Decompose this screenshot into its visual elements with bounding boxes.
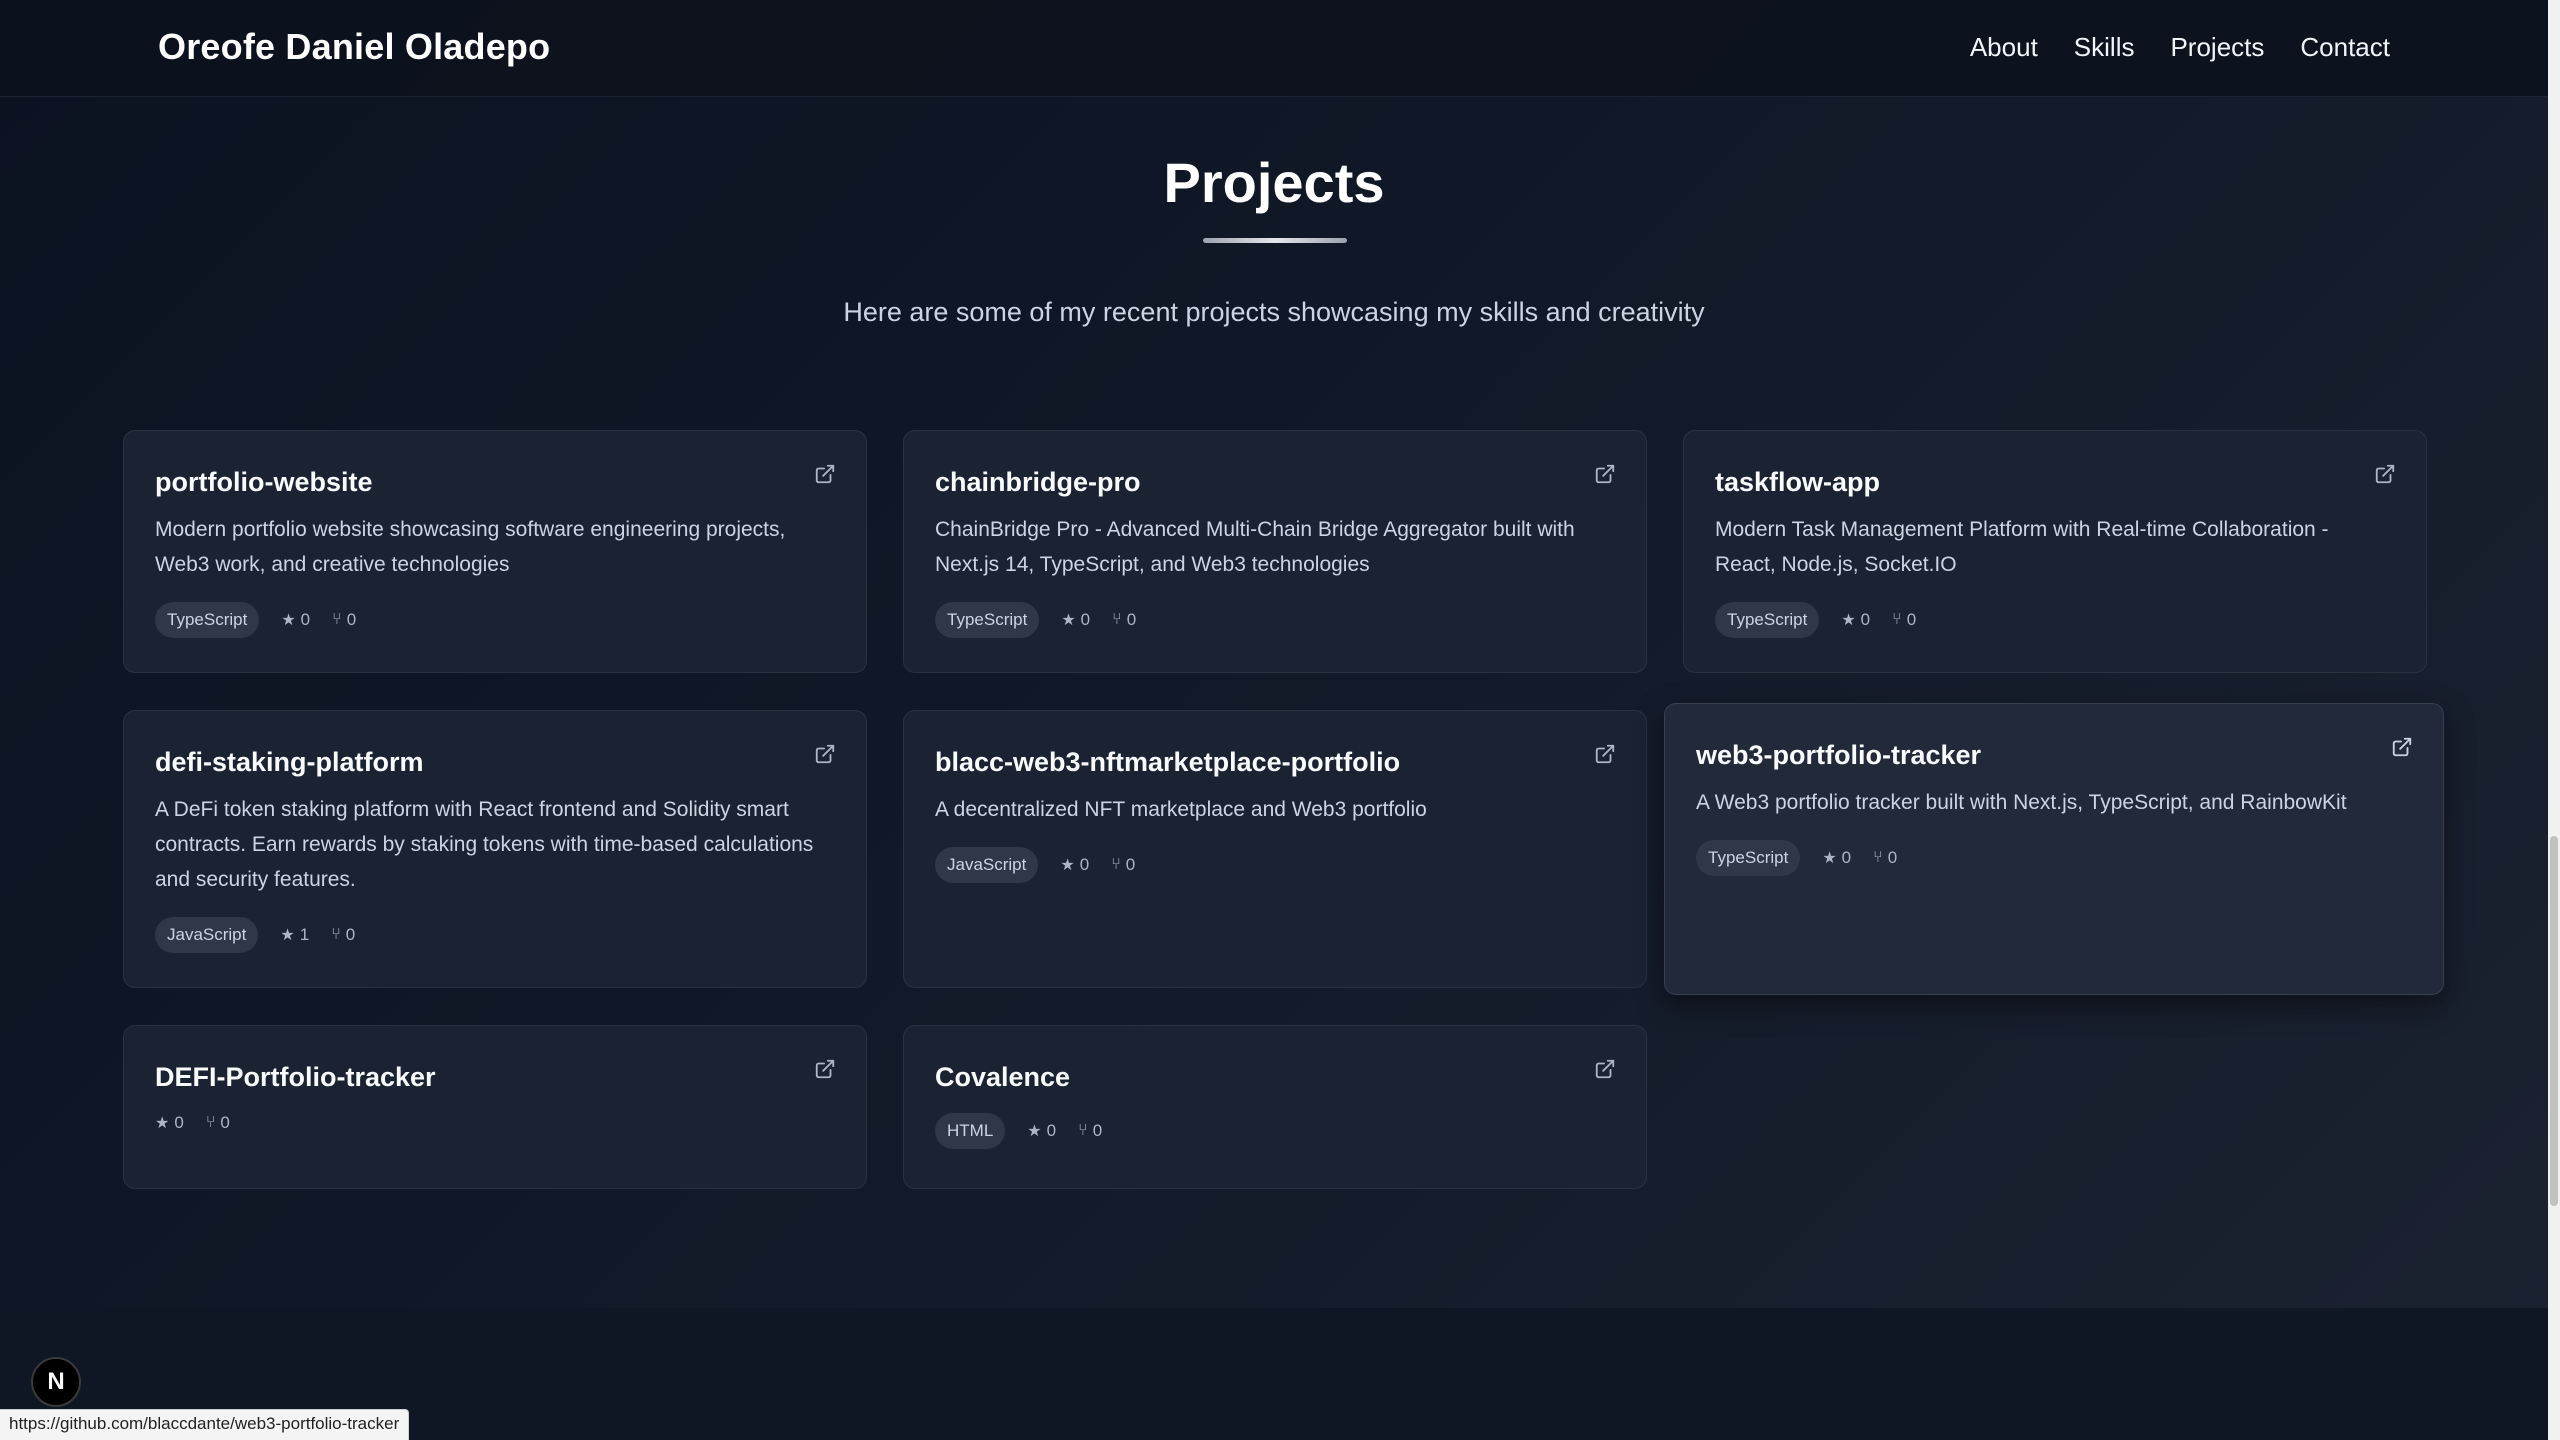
project-title[interactable]: defi-staking-platform [155, 747, 835, 778]
title-underline [1203, 238, 1347, 243]
project-meta: JavaScript ★ 0 ⑂ 0 [935, 847, 1615, 883]
external-link-icon[interactable] [2391, 736, 2413, 758]
fork-icon: ⑂ [1111, 856, 1121, 873]
forks-count: ⑂ 0 [332, 610, 357, 629]
language-badge: TypeScript [1696, 840, 1801, 876]
fork-icon: ⑂ [1078, 1122, 1088, 1139]
language-badge: JavaScript [155, 917, 259, 953]
nav-projects[interactable]: Projects [2170, 32, 2264, 63]
stars-count: ★ 0 [1822, 848, 1852, 867]
section-title: Projects [1163, 151, 1385, 214]
navbar: Oreofe Daniel Oladepo About Skills Proje… [0, 0, 2548, 97]
project-meta: TypeScript ★ 0 ⑂ 0 [935, 602, 1615, 638]
project-description: ChainBridge Pro - Advanced Multi-Chain B… [935, 518, 1575, 576]
project-meta: TypeScript ★ 0 ⑂ 0 [1715, 602, 2395, 638]
forks-count: ⑂ 0 [1892, 610, 1917, 629]
external-link-icon[interactable] [814, 743, 836, 765]
forks-count: ⑂ 0 [331, 925, 356, 944]
nav-skills[interactable]: Skills [2074, 32, 2135, 63]
project-title[interactable]: blacc-web3-nftmarketplace-portfolio [935, 747, 1615, 778]
forks-count: ⑂ 0 [1873, 848, 1898, 867]
language-badge: JavaScript [935, 847, 1039, 883]
project-description: Modern Task Management Platform with Rea… [1715, 518, 2329, 576]
stars-count: ★ 0 [1027, 1121, 1057, 1140]
page: Oreofe Daniel Oladepo About Skills Proje… [0, 0, 2548, 1440]
language-badge: TypeScript [935, 602, 1040, 638]
project-meta: JavaScript ★ 1 ⑂ 0 [155, 917, 835, 953]
star-icon: ★ [1841, 612, 1856, 629]
star-icon: ★ [1060, 857, 1075, 874]
star-icon: ★ [1027, 1123, 1042, 1140]
project-card-taskflow-app[interactable]: taskflow-app Modern Task Management Plat… [1683, 430, 2427, 673]
brand-name[interactable]: Oreofe Daniel Oladepo [158, 26, 550, 68]
project-card-web3-portfolio-tracker[interactable]: web3-portfolio-tracker A Web3 portfolio … [1664, 703, 2444, 995]
fork-icon: ⑂ [1112, 611, 1122, 628]
project-title[interactable]: portfolio-website [155, 467, 835, 498]
project-title[interactable]: web3-portfolio-tracker [1696, 740, 2412, 771]
forks-count: ⑂ 0 [1112, 610, 1137, 629]
stars-count: ★ 0 [155, 1113, 184, 1132]
project-meta: HTML ★ 0 ⑂ 0 [935, 1113, 1615, 1149]
star-icon: ★ [1061, 612, 1076, 629]
project-card-portfolio-website[interactable]: portfolio-website Modern portfolio websi… [123, 430, 867, 673]
project-meta: TypeScript ★ 0 ⑂ 0 [1696, 840, 2412, 876]
nextjs-dev-badge[interactable]: N [31, 1357, 81, 1407]
fork-icon: ⑂ [205, 1114, 216, 1131]
project-description: A Web3 portfolio tracker built with Next… [1696, 791, 2347, 814]
fork-icon: ⑂ [331, 926, 341, 943]
project-meta: ★ 0 ⑂ 0 [155, 1113, 835, 1133]
external-link-icon[interactable] [1594, 1058, 1616, 1080]
nav-contact[interactable]: Contact [2300, 32, 2390, 63]
external-link-icon[interactable] [814, 1058, 836, 1080]
scrollbar-track[interactable] [2548, 0, 2560, 1440]
project-card-covalence[interactable]: Covalence HTML ★ 0 ⑂ 0 [903, 1025, 1647, 1189]
forks-count: ⑂ 0 [1078, 1121, 1103, 1140]
fork-icon: ⑂ [1892, 611, 1902, 628]
star-icon: ★ [155, 1115, 170, 1132]
language-badge: TypeScript [155, 602, 260, 638]
forks-count: ⑂ 0 [205, 1113, 230, 1132]
external-link-icon[interactable] [1594, 463, 1616, 485]
project-title[interactable]: DEFI-Portfolio-tracker [155, 1062, 835, 1093]
project-title[interactable]: taskflow-app [1715, 467, 2395, 498]
stars-count: ★ 0 [1061, 610, 1091, 629]
fork-icon: ⑂ [1873, 849, 1883, 866]
star-icon: ★ [281, 612, 296, 629]
scrollbar-thumb[interactable] [2550, 836, 2558, 1206]
project-title[interactable]: chainbridge-pro [935, 467, 1615, 498]
project-description: A decentralized NFT marketplace and Web3… [935, 798, 1427, 821]
project-card-chainbridge-pro[interactable]: chainbridge-pro ChainBridge Pro - Advanc… [903, 430, 1647, 673]
project-meta: TypeScript ★ 0 ⑂ 0 [155, 602, 835, 638]
external-link-icon[interactable] [2374, 463, 2396, 485]
fork-icon: ⑂ [332, 611, 342, 628]
forks-count: ⑂ 0 [1111, 855, 1136, 874]
language-badge: TypeScript [1715, 602, 1820, 638]
project-description: Modern portfolio website showcasing soft… [155, 518, 786, 576]
star-icon: ★ [280, 927, 295, 944]
nav-about[interactable]: About [1970, 32, 2038, 63]
star-icon: ★ [1822, 850, 1837, 867]
language-badge: HTML [935, 1113, 1006, 1149]
section-subtitle: Here are some of my recent projects show… [843, 297, 1705, 327]
project-title[interactable]: Covalence [935, 1062, 1615, 1093]
project-card-blacc-web3-nftmarketplace-portfolio[interactable]: blacc-web3-nftmarketplace-portfolio A de… [903, 710, 1647, 988]
external-link-icon[interactable] [814, 463, 836, 485]
status-bar-url: https://github.com/blaccdante/web3-portf… [0, 1409, 410, 1440]
project-card-defi-staking-platform[interactable]: defi-staking-platform A DeFi token staki… [123, 710, 867, 988]
nav-links: About Skills Projects Contact [1970, 32, 2390, 63]
stars-count: ★ 0 [1841, 610, 1871, 629]
stars-count: ★ 0 [1060, 855, 1090, 874]
project-description: A DeFi token staking platform with React… [155, 798, 814, 891]
stars-count: ★ 0 [281, 610, 311, 629]
project-card-defi-portfolio-tracker[interactable]: DEFI-Portfolio-tracker ★ 0 ⑂ 0 [123, 1025, 867, 1189]
external-link-icon[interactable] [1594, 743, 1616, 765]
stars-count: ★ 1 [280, 925, 310, 944]
